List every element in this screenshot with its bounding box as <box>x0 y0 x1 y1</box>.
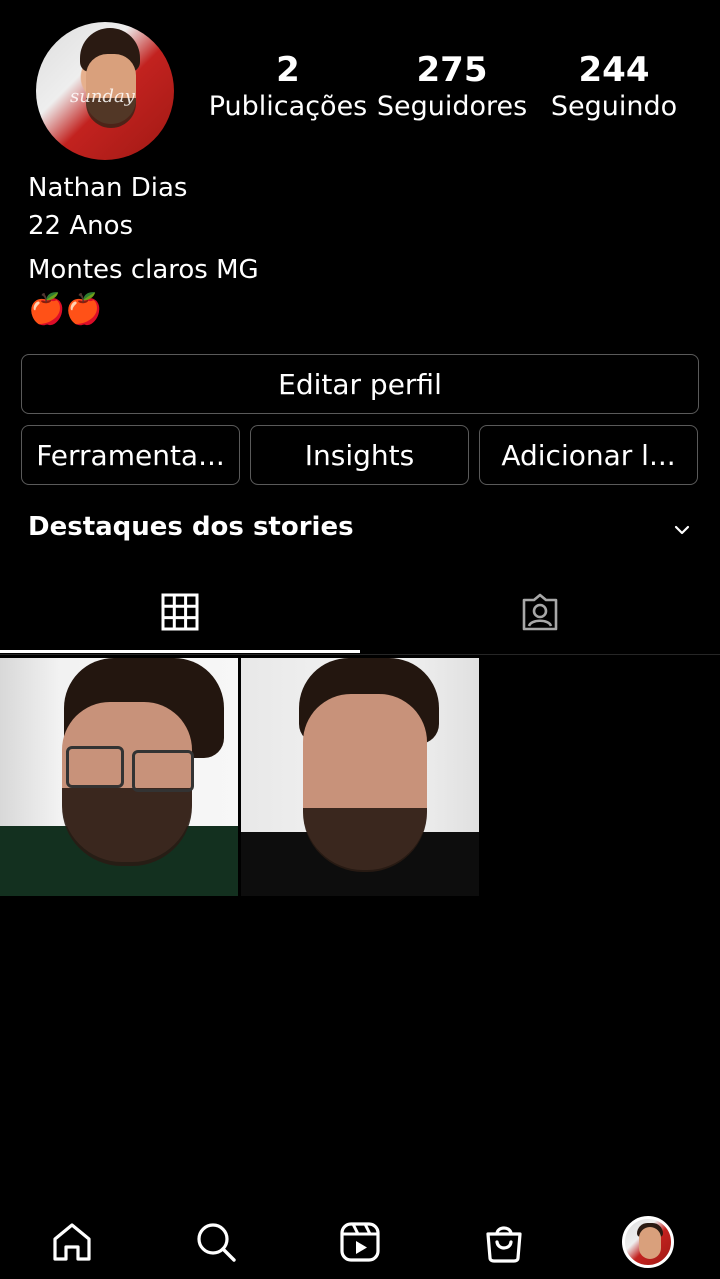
tagged-icon[interactable] <box>520 592 560 632</box>
avatar-script-text: sunday <box>70 86 135 107</box>
posts-count: 2 <box>276 50 300 90</box>
insights-button[interactable]: Insights <box>250 425 469 485</box>
following-count: 244 <box>578 50 650 90</box>
add-button[interactable]: Adicionar l... <box>479 425 698 485</box>
post-thumbnail-2[interactable] <box>241 658 479 896</box>
followers-count: 275 <box>416 50 488 90</box>
home-icon[interactable] <box>50 1220 94 1264</box>
following-label: Seguindo <box>550 91 678 122</box>
posts-stat[interactable]: 2 Publicações <box>208 50 368 124</box>
following-stat[interactable]: 244 Seguindo <box>534 50 694 124</box>
active-tab-indicator <box>0 650 360 653</box>
profile-avatar[interactable]: sunday <box>36 22 174 160</box>
highlights-title: Destaques dos stories <box>28 512 354 542</box>
shop-icon[interactable] <box>482 1220 526 1264</box>
followers-stat[interactable]: 275 Seguidores <box>372 50 532 124</box>
bio-emoji: 🍎🍎 <box>28 292 103 327</box>
grid-icon[interactable] <box>160 592 200 632</box>
edit-profile-button[interactable]: Editar perfil <box>21 354 699 414</box>
search-icon[interactable] <box>194 1220 238 1264</box>
chevron-down-icon[interactable] <box>670 518 694 542</box>
tools-button[interactable]: Ferramenta... <box>21 425 240 485</box>
tab-divider <box>0 654 720 655</box>
bio-line-location: Montes claros MG <box>28 255 259 285</box>
avatar-small-face <box>639 1227 661 1259</box>
bio-line-age: 22 Anos <box>28 211 134 241</box>
profile-tab-avatar[interactable] <box>622 1216 674 1268</box>
followers-label: Seguidores <box>376 91 528 122</box>
post-thumbnail-1[interactable] <box>0 658 238 896</box>
reels-icon[interactable] <box>338 1220 382 1264</box>
profile-name: Nathan Dias <box>28 173 188 203</box>
posts-label: Publicações <box>208 91 368 122</box>
